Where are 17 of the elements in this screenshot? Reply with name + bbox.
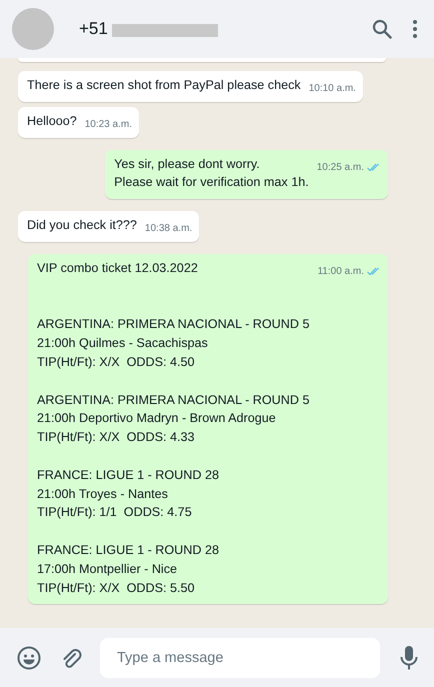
message-time: 11:00 a.m. (317, 264, 364, 279)
message-text: There is a screen shot from PayPal please check (27, 77, 301, 94)
message-text: Hellooo? (27, 112, 77, 130)
paperclip-icon[interactable] (61, 646, 83, 668)
message-time: 10:25 a.m. (316, 160, 364, 175)
contact-name: +51 (79, 19, 108, 39)
message-time: 10:23 a.m. (84, 118, 132, 132)
menu-icon[interactable] (412, 19, 418, 39)
message-text: VIP combo ticket 12.03.2022 ARGENTINA: PRIMERA NACIONAL - ROUND 5 21:00h Quilmes - Sacachispas TIP(Ht/Ft): X/X ODDS: 4.50 ARGENTINA: PRIMERA NACIONAL - ROUND 5 21:00h Deportivo Madryn - Brown Adrogue TIP(Ht/Ft): X/X ODDS: 4.33 FRANCE: LIGUE 1 - ROUND 28 21:00h Troyes - Nantes TIP(Ht/Ft): 1/1 ODDS: 4.75 FRANCE: LIGUE 1 - ROUND 28 17:00h Montpellier - Nice TIP(Ht/Ft): X/X ODDS: 5.50 (37, 260, 310, 597)
search-icon[interactable] (372, 19, 392, 39)
message-input[interactable]: Type a message (100, 638, 380, 678)
message-text: Yes sir, please dont worry. Please wait for verification max 1h. (114, 156, 309, 192)
message-time: 10:38 a.m. (144, 222, 192, 236)
microphone-icon[interactable] (400, 646, 418, 670)
emoji-icon[interactable] (17, 646, 41, 670)
message-time: 10:10 a.m. (308, 82, 356, 96)
message-text: Did you check it??? (27, 217, 137, 234)
